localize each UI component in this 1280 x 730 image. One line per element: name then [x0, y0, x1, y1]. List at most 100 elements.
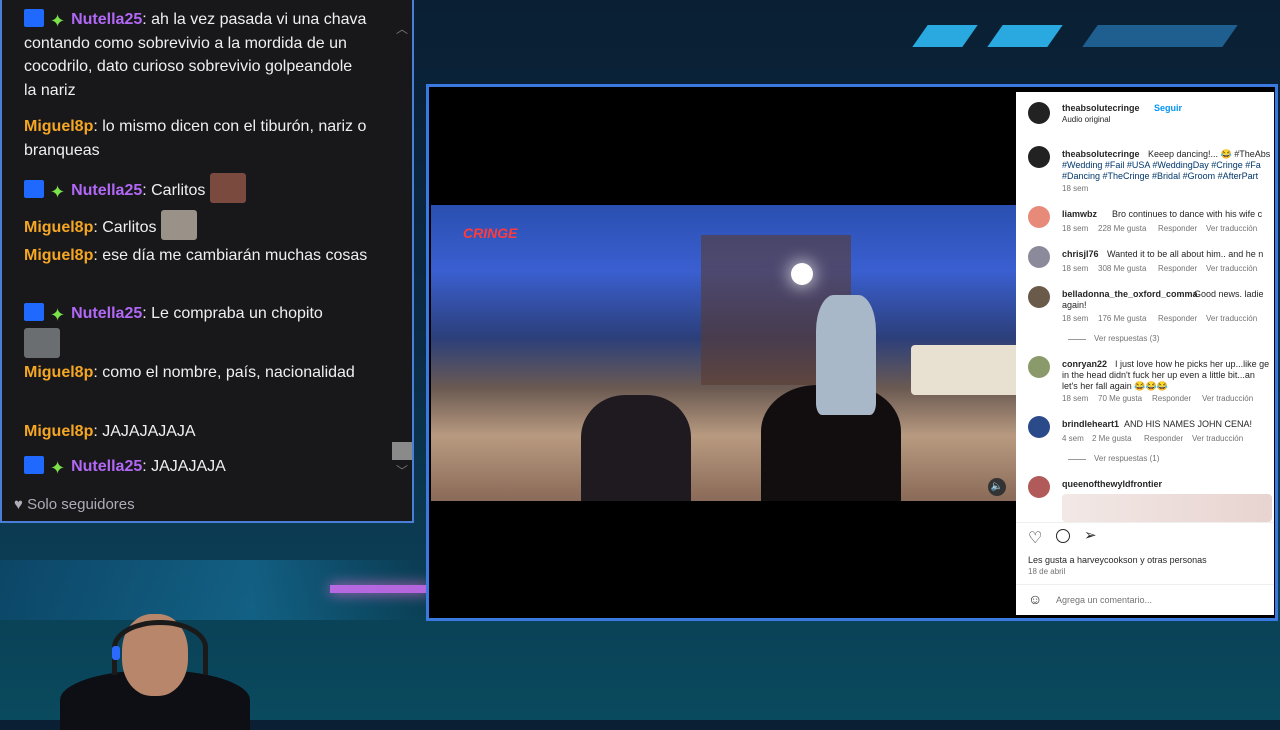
caption-hashtags[interactable]: #Dancing #TheCringe #Bridal #Groom #Afte… [1062, 171, 1258, 181]
video-scene-bride [816, 295, 876, 415]
comment-icon[interactable] [1056, 529, 1070, 543]
chat-message: ✦ Nutella25: Carlitos [24, 173, 369, 203]
account-name[interactable]: theabsolutecringe [1062, 103, 1140, 113]
chat-message: Miguel8p: JAJAJAJAJA [24, 420, 369, 444]
follow-link[interactable]: Seguir [1154, 103, 1182, 113]
reply-button[interactable]: Responder [1158, 264, 1197, 273]
comment-time: 18 sem [1062, 264, 1089, 273]
comment-text: again! [1062, 300, 1087, 310]
view-replies-button[interactable]: Ver respuestas (1) [1094, 454, 1159, 463]
comment-text: Good news. ladie [1194, 289, 1264, 299]
emote-image [209, 173, 246, 203]
comment-text: I just love how he picks her up...like g… [1115, 359, 1270, 369]
comment-user[interactable]: queenofthewyldfrontier [1062, 479, 1162, 489]
comment-text: let's her fall again 😂😂😂 [1062, 381, 1168, 391]
avatar[interactable] [1028, 356, 1050, 378]
sparkle-badge-icon: ✦ [50, 11, 66, 31]
comment-likes[interactable]: 2 Me gusta [1092, 434, 1132, 443]
chat-text: : Carlitos [142, 182, 206, 199]
heart-icon: ♥ [14, 496, 23, 513]
avatar[interactable] [1028, 206, 1050, 228]
chat-message: ✦ Nutella25: JAJAJAJA [24, 455, 369, 479]
translate-button[interactable]: Ver traducción [1206, 224, 1257, 233]
likes-summary[interactable]: Les gusta a harveycookson y otras person… [1028, 555, 1207, 565]
reply-button[interactable]: Responder [1158, 224, 1197, 233]
chevron-down-icon[interactable]: ﹀ [396, 462, 408, 479]
sparkle-badge-icon: ✦ [50, 182, 66, 202]
chat-username[interactable]: Nutella25 [71, 458, 142, 475]
divider [1016, 522, 1274, 523]
view-replies-button[interactable]: Ver respuestas (3) [1094, 334, 1159, 343]
chat-username[interactable]: Miguel8p [24, 219, 93, 236]
video-scene-person [581, 395, 691, 501]
video-scene-light [791, 263, 813, 285]
volume-icon[interactable]: 🔈 [988, 478, 1006, 496]
scrollbar-thumb[interactable] [392, 442, 412, 460]
chat-message: Miguel8p: Carlitos [24, 210, 369, 240]
chat-text: : como el nombre, país, nacionalidad [93, 364, 355, 381]
comment-user[interactable]: belladonna_the_oxford_comma [1062, 289, 1198, 299]
avatar[interactable] [1028, 102, 1050, 124]
comment-user[interactable]: brindleheart1 [1062, 419, 1119, 429]
comment-input[interactable]: Agrega un comentario... [1056, 595, 1152, 605]
video-player[interactable]: CRINGE [431, 205, 1016, 501]
chat-username[interactable]: Miguel8p [24, 118, 93, 135]
comment-time: 18 sem [1062, 394, 1089, 403]
comment-text: Wanted it to be all about him.. and he n [1107, 249, 1264, 259]
post-date: 18 de abril [1028, 567, 1066, 576]
moderator-badge-icon [24, 456, 44, 474]
translate-button[interactable]: Ver traducción [1206, 264, 1257, 273]
avatar[interactable] [1028, 146, 1050, 168]
share-icon[interactable]: ➢ [1084, 526, 1097, 544]
reply-button[interactable]: Responder [1158, 314, 1197, 323]
comment-user[interactable]: conryan22 [1062, 359, 1107, 369]
chat-text: : Le compraba un chopito [142, 305, 323, 322]
comment-user[interactable]: chrisjl76 [1062, 249, 1099, 259]
chat-username[interactable]: Miguel8p [24, 364, 93, 381]
avatar[interactable] [1028, 246, 1050, 268]
background-stripe [912, 25, 978, 47]
comment-time: 18 sem [1062, 314, 1089, 323]
chat-username[interactable]: Miguel8p [24, 247, 93, 264]
avatar[interactable] [1028, 286, 1050, 308]
translate-button[interactable]: Ver traducción [1192, 434, 1243, 443]
avatar[interactable] [1028, 416, 1050, 438]
comment-likes[interactable]: 228 Me gusta [1098, 224, 1146, 233]
moderator-badge-icon [24, 180, 44, 198]
comment-likes[interactable]: 176 Me gusta [1098, 314, 1146, 323]
sparkle-badge-icon: ✦ [50, 458, 66, 478]
heart-icon[interactable]: ♡ [1028, 528, 1042, 548]
caption-user[interactable]: theabsolutecringe [1062, 149, 1140, 159]
comment-likes[interactable]: 308 Me gusta [1098, 264, 1146, 273]
chat-text: : ese día me cambiarán muchas cosas [93, 247, 368, 264]
comment-time: 4 sem [1062, 434, 1084, 443]
chat-message: Miguel8p: ese día me cambiarán muchas co… [24, 244, 369, 268]
comment-text: AND HIS NAMES JOHN CENA! [1124, 419, 1253, 429]
caption-hashtags[interactable]: #Wedding #Fail #USA #WeddingDay #Cringe … [1062, 160, 1261, 170]
chat-username[interactable]: Miguel8p [24, 423, 93, 440]
comment-user[interactable]: liamwbz [1062, 209, 1097, 219]
reply-button[interactable]: Responder [1152, 394, 1191, 403]
comment-time: 18 sem [1062, 224, 1089, 233]
follower-mode-status: ♥ Solo seguidores [14, 496, 135, 513]
chat-username[interactable]: Nutella25 [71, 305, 142, 322]
comment-likes[interactable]: 70 Me gusta [1098, 394, 1142, 403]
cringe-label: CRINGE [463, 225, 518, 241]
chat-message: ✦ Nutella25: ah la vez pasada vi una chav… [24, 8, 369, 102]
translate-button[interactable]: Ver traducción [1206, 314, 1257, 323]
chevron-up-icon[interactable]: ︿ [396, 20, 408, 37]
chat-message: Miguel8p: lo mismo dicen con el tiburón,… [24, 115, 369, 162]
sparkle-badge-icon: ✦ [50, 305, 66, 325]
comment-text: in the head didn't fuck her up even a li… [1062, 370, 1255, 380]
chat-scrollbar[interactable]: ︿ ﹀ [392, 20, 412, 478]
caption-text: Keeep dancing!... 😂 #TheAbs [1148, 149, 1271, 159]
translate-button[interactable]: Ver traducción [1202, 394, 1253, 403]
emoji-icon[interactable]: ☺ [1028, 591, 1042, 607]
video-scene-table [911, 345, 1016, 395]
audio-label[interactable]: Audio original [1062, 115, 1110, 124]
chat-username[interactable]: Nutella25 [71, 182, 142, 199]
reply-button[interactable]: Responder [1144, 434, 1183, 443]
headset-icon [112, 620, 208, 675]
chat-username[interactable]: Nutella25 [71, 11, 142, 28]
avatar[interactable] [1028, 476, 1050, 498]
